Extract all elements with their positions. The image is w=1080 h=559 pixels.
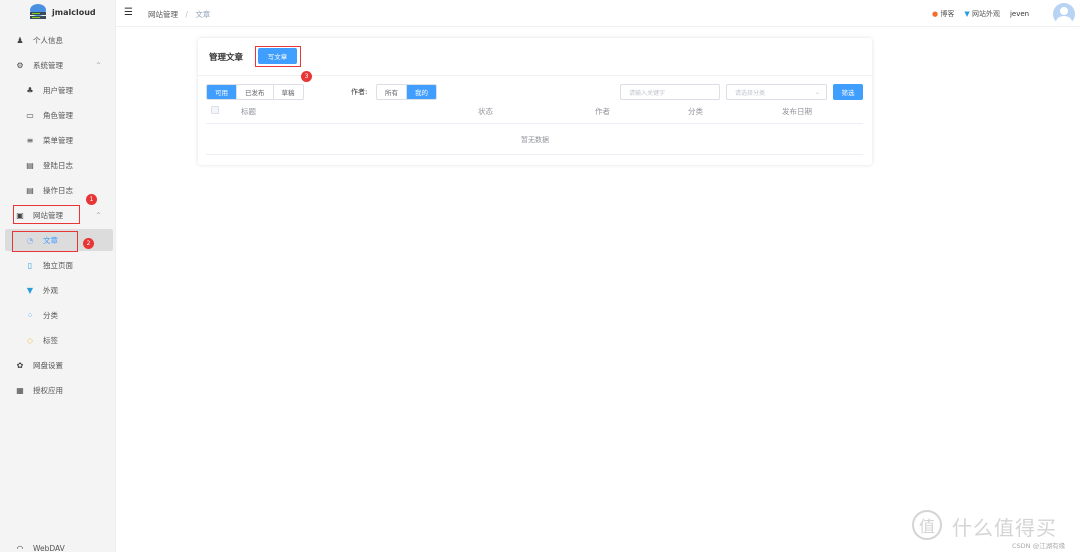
divider <box>206 154 863 155</box>
tab-mine[interactable]: 我的 <box>407 85 436 99</box>
brand-name: jmalcloud <box>52 8 96 17</box>
annotation-box <box>13 205 80 224</box>
page-icon: ▯ <box>27 260 33 270</box>
username[interactable]: jeven <box>1010 10 1029 18</box>
status-tabs: 可用 已发布 草稿 <box>206 84 304 100</box>
column-publish-date: 发布日期 <box>782 107 812 116</box>
sidebar-item-10[interactable]: ▼ 外观 <box>5 279 113 301</box>
breadcrumb-separator: / <box>185 10 188 19</box>
sidebar-item-label: 分类 <box>43 310 58 320</box>
user-icon: ♟ <box>16 35 24 45</box>
sidebar-item-label: 外观 <box>43 285 58 295</box>
avatar[interactable] <box>1053 3 1075 25</box>
annotation-box <box>12 231 78 252</box>
sidebar-item-9[interactable]: ▯ 独立页面 <box>5 254 113 276</box>
chevron-up-icon[interactable]: ^ <box>96 212 101 219</box>
blog-label: 博客 <box>940 10 955 18</box>
gear-icon: ⚙ <box>16 60 24 70</box>
sidebar-item-label: 授权应用 <box>33 385 63 395</box>
column-author: 作者 <box>595 107 610 116</box>
grid-icon: ⁘ <box>26 310 34 320</box>
divider <box>198 75 872 76</box>
column-status: 状态 <box>478 107 493 116</box>
id-card-icon: ▭ <box>26 110 34 120</box>
annotation-badge: 2 <box>83 238 94 249</box>
category-placeholder: 请选择分类 <box>735 89 766 97</box>
blog-icon: ● <box>932 10 939 18</box>
sidebar-item-11[interactable]: ⁘ 分类 <box>5 304 113 326</box>
sidebar-item-label: 网盘设置 <box>33 360 63 370</box>
sidebar: jmalcloud ♟ 个人信息 ⚙ 系统管理 ^ ♣ 用户管理 ▭ 角色管理 ≡ 菜单管理 ▤ 登陆日… <box>0 0 116 553</box>
breadcrumb: 网站管理 / 文章 <box>148 9 210 20</box>
tag-icon: ◇ <box>26 335 34 345</box>
sidebar-item-2[interactable]: ♣ 用户管理 <box>5 79 113 101</box>
sidebar-item-14[interactable]: ▦ 授权应用 <box>5 379 113 401</box>
cloud-logo-icon <box>30 4 46 19</box>
sidebar-item-label: 独立页面 <box>43 260 73 270</box>
cloud-settings-icon: ✿ <box>16 360 24 370</box>
appearance-link[interactable]: ▼ 网站外观 <box>964 9 1000 19</box>
header: ☰ 网站管理 / 文章 ● 博客 ▼ 网站外观 jeven <box>116 0 1080 27</box>
shirt-icon: ▼ <box>26 285 34 295</box>
annotation-box <box>255 46 301 67</box>
annotation-badge: 3 <box>301 71 312 82</box>
watermark-credit: CSDN @江湖有缘 <box>1012 542 1066 550</box>
select-all-checkbox[interactable] <box>211 106 219 114</box>
sidebar-item-label: 系统管理 <box>33 60 63 70</box>
sidebar-item-label: 用户管理 <box>43 85 73 95</box>
column-title: 标题 <box>241 107 256 116</box>
sidebar-item-label: WebDAV <box>33 543 65 553</box>
app-icon: ▦ <box>16 385 24 395</box>
author-tabs: 所有 我的 <box>376 84 437 100</box>
keyword-input[interactable]: 请输入关键字 <box>620 84 720 100</box>
breadcrumb-item[interactable]: 网站管理 <box>148 10 178 19</box>
sidebar-item-3[interactable]: ▭ 角色管理 <box>5 104 113 126</box>
author-label: 作者: <box>351 88 368 96</box>
sidebar-item-label: 登陆日志 <box>43 160 73 170</box>
watermark-text: 什么值得买 <box>952 516 1057 540</box>
log-icon: ▤ <box>26 185 34 195</box>
sidebar-item-label: 菜单管理 <box>43 135 73 145</box>
filter-button[interactable]: 筛选 <box>833 84 863 100</box>
category-select[interactable]: 请选择分类 ⌄ <box>726 84 827 100</box>
log-icon: ▤ <box>26 160 34 170</box>
sidebar-item-15[interactable]: ◠ WebDAV <box>5 537 113 559</box>
empty-text: 暂无数据 <box>521 136 549 144</box>
blog-link[interactable]: ● 博客 <box>932 9 954 19</box>
chevron-down-icon: ⌄ <box>814 88 820 96</box>
sidebar-item-label: 角色管理 <box>43 110 73 120</box>
shirt-icon: ▼ <box>964 10 970 18</box>
sidebar-item-13[interactable]: ✿ 网盘设置 <box>5 354 113 376</box>
chevron-up-icon[interactable]: ^ <box>96 62 101 69</box>
tab-all[interactable]: 所有 <box>377 85 407 99</box>
users-icon: ♣ <box>26 85 34 95</box>
sidebar-item-0[interactable]: ♟ 个人信息 <box>5 29 113 51</box>
breadcrumb-current: 文章 <box>195 10 211 19</box>
sidebar-item-12[interactable]: ◇ 标签 <box>5 329 113 351</box>
sidebar-item-label: 标签 <box>43 335 58 345</box>
menu-toggle-icon[interactable]: ☰ <box>124 7 133 18</box>
column-category: 分类 <box>688 107 703 116</box>
divider <box>206 123 863 124</box>
sidebar-item-label: 个人信息 <box>33 35 63 45</box>
annotation-badge: 1 <box>86 194 97 205</box>
appearance-label: 网站外观 <box>971 10 1000 18</box>
sidebar-item-4[interactable]: ≡ 菜单管理 <box>5 129 113 151</box>
tab-draft[interactable]: 草稿 <box>274 85 303 99</box>
tab-published[interactable]: 已发布 <box>237 85 274 99</box>
card-title: 管理文章 <box>209 53 244 63</box>
sidebar-item-5[interactable]: ▤ 登陆日志 <box>5 154 113 176</box>
sidebar-item-1[interactable]: ⚙ 系统管理 ^ <box>5 54 113 76</box>
sidebar-item-label: 操作日志 <box>43 185 73 195</box>
watermark-logo: 值 <box>912 510 942 540</box>
sliders-icon: ≡ <box>26 135 34 145</box>
tab-available[interactable]: 可用 <box>207 85 237 99</box>
